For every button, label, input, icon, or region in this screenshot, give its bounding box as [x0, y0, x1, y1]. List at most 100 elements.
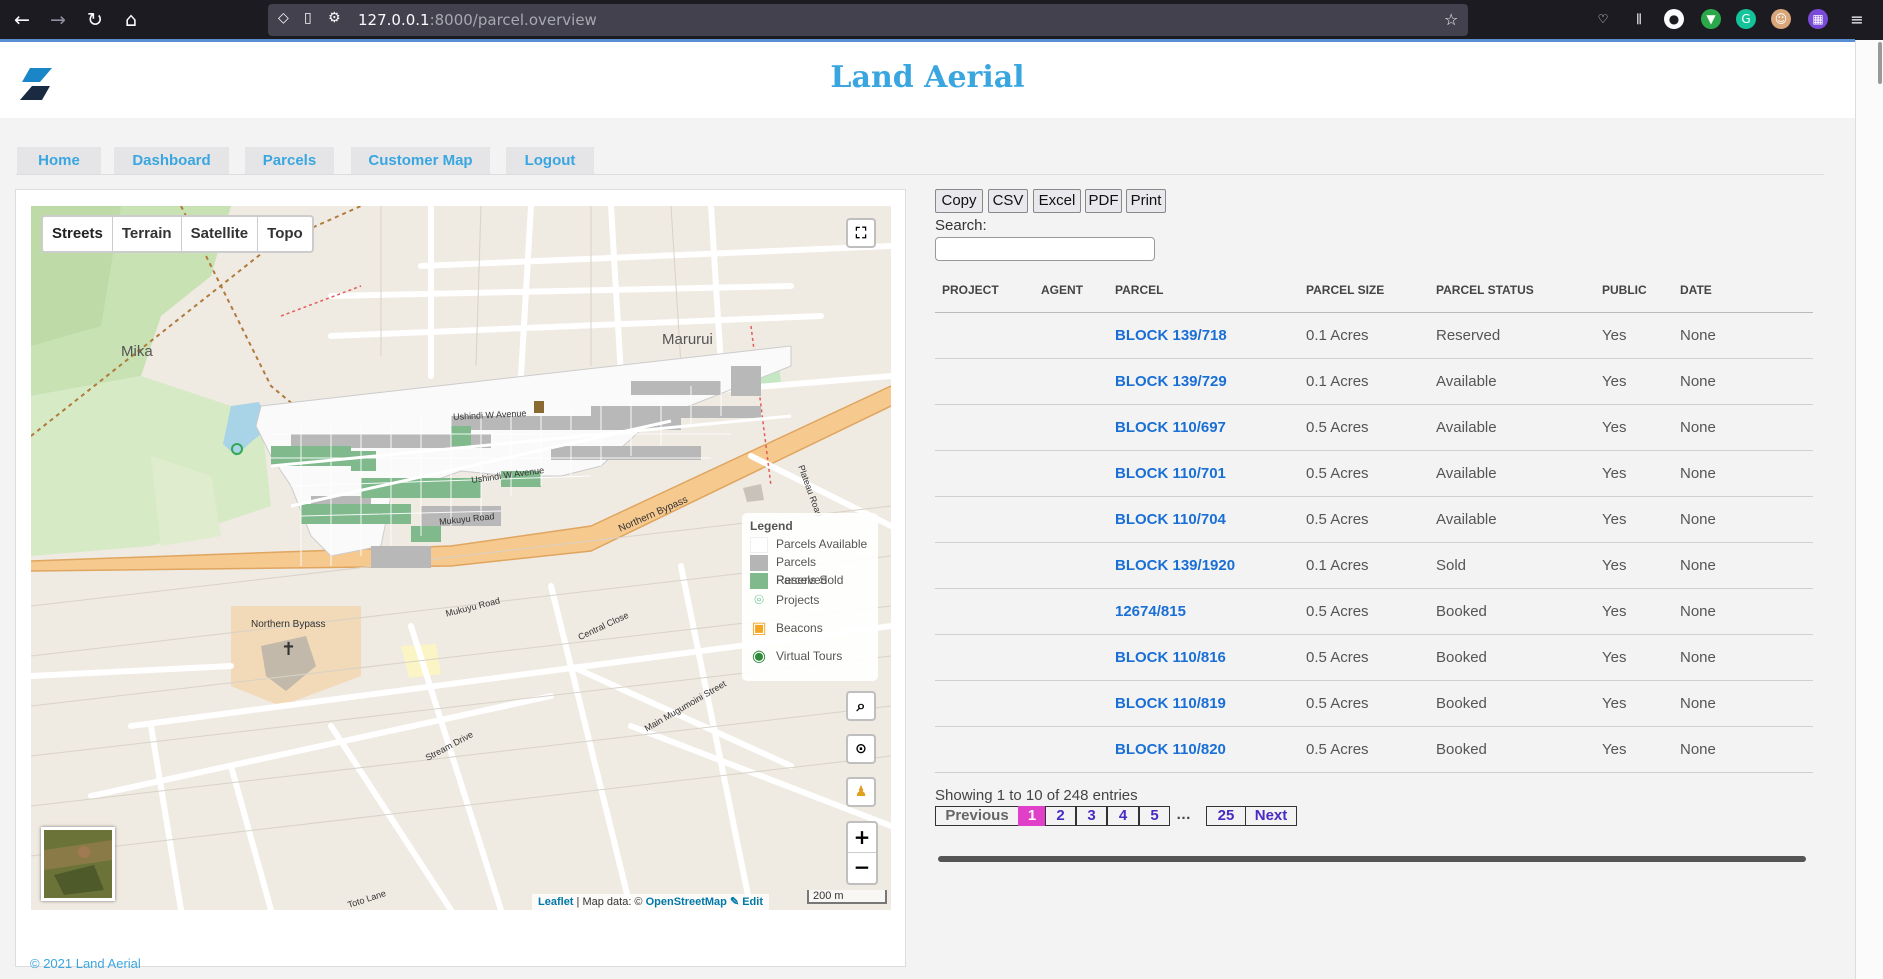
- table-row: BLOCK 139/718 0.1 Acres Reserved Yes None: [935, 313, 1813, 359]
- page-scrollbar-thumb[interactable]: [1878, 42, 1882, 84]
- cell-parcel[interactable]: BLOCK 110/819: [1115, 695, 1226, 712]
- zoom-control: + −: [846, 821, 878, 885]
- page-button-25[interactable]: 25: [1206, 806, 1246, 826]
- zoom-out-button[interactable]: −: [848, 853, 876, 883]
- cell-parcel[interactable]: BLOCK 139/1920: [1115, 557, 1235, 574]
- nav-home[interactable]: Home: [17, 147, 101, 175]
- legend-item: ▣ Beacons: [750, 617, 870, 645]
- page-button-3[interactable]: 3: [1076, 806, 1107, 826]
- column-header-parcel-size[interactable]: PARCEL SIZE: [1306, 283, 1384, 297]
- search-icon[interactable]: ⌕: [846, 691, 876, 721]
- column-header-project[interactable]: PROJECT: [942, 283, 999, 297]
- zoom-in-button[interactable]: +: [848, 823, 876, 853]
- page-button-4[interactable]: 4: [1107, 806, 1139, 826]
- cell-parcel[interactable]: BLOCK 110/697: [1115, 419, 1226, 436]
- site-header: Land Aerial: [0, 42, 1855, 118]
- cell-status: Booked: [1436, 741, 1487, 758]
- column-header-public[interactable]: PUBLIC: [1602, 283, 1647, 297]
- cell-status: Booked: [1436, 695, 1487, 712]
- page-button-1[interactable]: 1: [1018, 806, 1046, 826]
- cell-parcel[interactable]: BLOCK 110/701: [1115, 465, 1226, 482]
- cell-public: Yes: [1602, 465, 1627, 482]
- excel-button[interactable]: Excel: [1033, 189, 1081, 213]
- pegman-icon[interactable]: ♟: [846, 777, 876, 807]
- table-row: BLOCK 139/1920 0.1 Acres Sold Yes None: [935, 543, 1813, 589]
- legend-item: ◉ Virtual Tours: [750, 645, 870, 673]
- cell-parcel[interactable]: BLOCK 110/816: [1115, 649, 1226, 666]
- next-button[interactable]: Next: [1245, 806, 1297, 826]
- cell-parcel[interactable]: BLOCK 110/704: [1115, 511, 1226, 528]
- address-bar[interactable]: ◇ ▯ ⚙ 127.0.0.1:8000/parcel.overview ☆: [268, 4, 1468, 36]
- forward-icon[interactable]: →: [44, 6, 72, 34]
- table-row: BLOCK 110/701 0.5 Acres Available Yes None: [935, 451, 1813, 497]
- legend-label: Beacons: [776, 621, 823, 635]
- footer-copyright: © 2021 Land Aerial: [30, 956, 141, 971]
- cell-parcel[interactable]: BLOCK 110/820: [1115, 741, 1226, 758]
- legend-label: Parcels Sold: [776, 573, 844, 587]
- locate-icon[interactable]: ⊙: [846, 734, 876, 764]
- column-header-parcel-status[interactable]: PARCEL STATUS: [1436, 283, 1534, 297]
- ublock-icon[interactable]: ▼: [1701, 9, 1721, 29]
- page-button-5[interactable]: 5: [1139, 806, 1170, 826]
- home-icon[interactable]: ⌂: [117, 6, 145, 34]
- reload-icon[interactable]: ↻: [81, 6, 109, 34]
- column-header-parcel[interactable]: PARCEL: [1115, 283, 1163, 297]
- csv-button[interactable]: CSV: [988, 189, 1028, 213]
- extension-grid-icon[interactable]: ▦: [1808, 9, 1828, 29]
- legend-title: Legend: [750, 519, 793, 533]
- back-icon[interactable]: ←: [8, 6, 36, 34]
- pdf-button[interactable]: PDF: [1085, 189, 1122, 213]
- pocket-icon[interactable]: ♡: [1593, 9, 1613, 29]
- nav-customer-map[interactable]: Customer Map: [351, 147, 490, 175]
- cell-status: Available: [1436, 465, 1497, 482]
- previous-button[interactable]: Previous: [935, 806, 1019, 826]
- extension-face-icon[interactable]: ☺: [1771, 9, 1791, 29]
- account-icon[interactable]: ●: [1664, 9, 1684, 29]
- minimap-satellite-preview[interactable]: [41, 827, 115, 901]
- table-horizontal-scrollbar[interactable]: [938, 856, 1806, 862]
- nav-logout[interactable]: Logout: [506, 147, 594, 175]
- layer-streets[interactable]: Streets: [43, 217, 113, 251]
- page-scrollbar[interactable]: [1855, 40, 1883, 979]
- layer-topo[interactable]: Topo: [258, 217, 312, 251]
- cell-public: Yes: [1602, 373, 1627, 390]
- tour-icon: ◉: [752, 648, 766, 665]
- cell-parcel[interactable]: BLOCK 139/729: [1115, 373, 1227, 390]
- cell-date: None: [1680, 419, 1716, 436]
- page-button-2[interactable]: 2: [1045, 806, 1076, 826]
- bookmark-star-icon[interactable]: ☆: [1444, 10, 1458, 29]
- cell-status: Booked: [1436, 603, 1487, 620]
- leaflet-link[interactable]: Leaflet: [538, 896, 573, 908]
- search-input[interactable]: [935, 237, 1155, 261]
- library-icon[interactable]: ⫼: [1629, 9, 1649, 29]
- cell-size: 0.5 Acres: [1306, 741, 1369, 758]
- nav-parcels[interactable]: Parcels: [245, 147, 334, 175]
- cell-size: 0.5 Acres: [1306, 695, 1369, 712]
- grammarly-icon[interactable]: G: [1736, 9, 1756, 29]
- osm-link[interactable]: OpenStreetMap: [646, 896, 727, 908]
- edit-link[interactable]: ✎ Edit: [727, 896, 763, 908]
- legend-label: Parcels Available: [776, 537, 868, 551]
- cell-date: None: [1680, 373, 1716, 390]
- cell-size: 0.5 Acres: [1306, 419, 1369, 436]
- layer-satellite[interactable]: Satellite: [182, 217, 259, 251]
- column-header-agent[interactable]: AGENT: [1041, 283, 1083, 297]
- row-divider: [935, 772, 1813, 773]
- print-button[interactable]: Print: [1126, 189, 1166, 213]
- copy-button[interactable]: Copy: [935, 189, 983, 213]
- parcel-map[interactable]: ✝ Mika Marurui Northern Bypass Northern …: [31, 206, 891, 910]
- cell-parcel[interactable]: BLOCK 139/718: [1115, 327, 1227, 344]
- nav-dashboard[interactable]: Dashboard: [114, 147, 229, 175]
- fullscreen-icon[interactable]: ⛶: [846, 218, 876, 248]
- url-text: 127.0.0.1:8000/parcel.overview: [358, 11, 597, 29]
- cell-size: 0.5 Acres: [1306, 603, 1369, 620]
- cell-date: None: [1680, 695, 1716, 712]
- column-header-date[interactable]: DATE: [1680, 283, 1712, 297]
- cell-parcel[interactable]: 12674/815: [1115, 603, 1186, 620]
- legend-item: Parcels Reserved: [750, 553, 870, 587]
- menu-icon[interactable]: ≡: [1843, 6, 1871, 34]
- cell-size: 0.1 Acres: [1306, 373, 1369, 390]
- layer-terrain[interactable]: Terrain: [113, 217, 182, 251]
- cell-public: Yes: [1602, 649, 1627, 666]
- map-label-northern-bypass: Northern Bypass: [251, 619, 326, 630]
